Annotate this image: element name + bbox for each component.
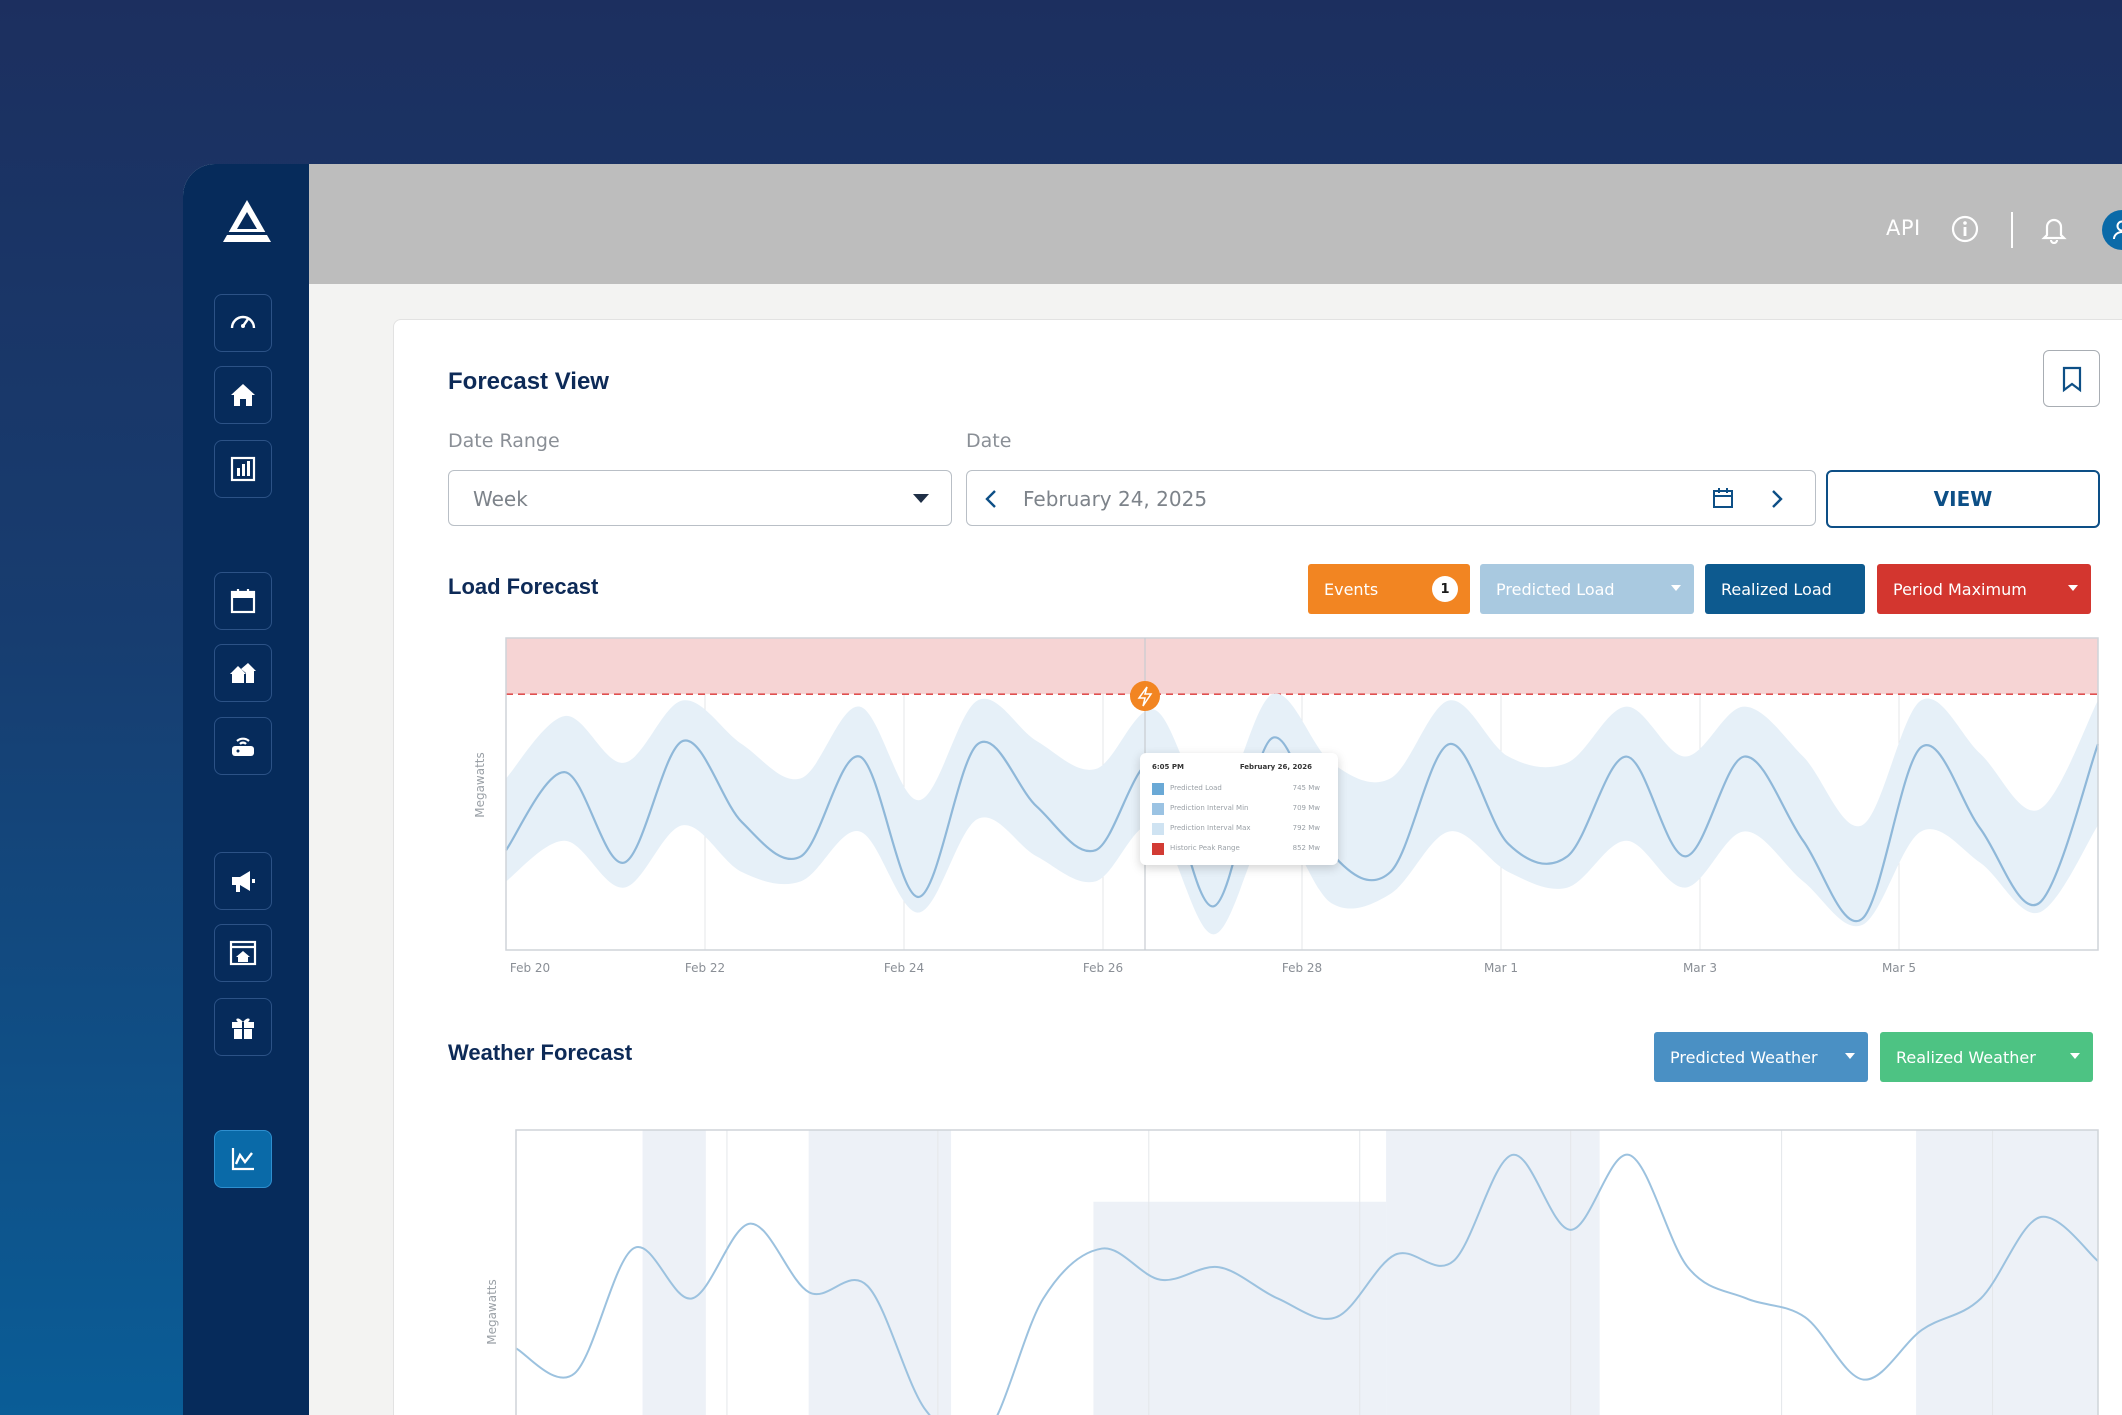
nav-calendar-button[interactable] [214,572,272,630]
weather-ylabel: Megawatts [485,1279,499,1345]
tooltip-row-value: 852 Mw [1292,844,1320,852]
nav-portal-button[interactable] [214,924,272,982]
topbar-divider [2011,212,2013,248]
avatar[interactable] [2102,210,2122,250]
tooltip-swatch [1152,823,1164,835]
nav-rewards-button[interactable] [214,998,272,1056]
tooltip-swatch [1152,803,1164,815]
events-legend-button[interactable]: Events 1 [1308,564,1470,614]
calendar-icon[interactable] [1711,486,1735,510]
mountain-logo-icon [223,200,271,242]
chevron-down-icon [1671,585,1681,591]
x-tick-label: Mar 1 [1484,961,1518,975]
nav-dashboard-button[interactable] [214,294,272,352]
tooltip-row-label: Prediction Interval Min [1170,804,1249,812]
date-value: February 24, 2025 [1023,487,1208,511]
chevron-down-icon [2068,585,2078,591]
bookmark-button[interactable] [2043,350,2100,407]
nav-reports-button[interactable] [214,440,272,498]
date-picker[interactable]: February 24, 2025 [966,470,1816,526]
tooltip-time: 6:05 PM [1152,763,1184,771]
user-icon [2113,220,2122,240]
view-button[interactable]: VIEW [1826,470,2100,528]
x-tick-label: Feb 20 [510,961,550,975]
router-icon [232,737,254,756]
weather-forecast-title: Weather Forecast [448,1040,633,1065]
shaded-period [1386,1130,1600,1415]
shaded-period [642,1130,706,1415]
forecast-card: Forecast View Date Range Week Date Febru… [393,319,2122,1415]
realized-weather-label: Realized Weather [1896,1047,2036,1067]
x-tick-label: Feb 28 [1282,961,1322,975]
date-label: Date [966,430,1012,452]
chevron-down-icon [2070,1053,2080,1059]
home-icon [231,384,255,406]
page-title: Forecast View [448,368,609,395]
period-maximum-legend-button[interactable]: Period Maximum [1877,564,2091,614]
tooltip-row-value: 792 Mw [1292,824,1320,832]
calendar-icon [230,589,256,614]
period-maximum-label: Period Maximum [1893,579,2027,599]
shaded-period [1916,1130,2098,1415]
app-window: API Forecast View Date Range Week Date F… [183,164,2122,1415]
bell-icon[interactable] [2039,214,2069,244]
load-tooltip: 6:05 PM February 26, 2026 Predicted Load… [1140,753,1338,865]
x-tick-label: Feb 22 [685,961,725,975]
info-icon[interactable] [1950,214,1980,244]
nav-home-button[interactable] [214,366,272,424]
tooltip-swatch [1152,783,1164,795]
tooltip-row-value: 745 Mw [1292,784,1320,792]
tooltip-row-label: Predicted Load [1170,784,1222,792]
predicted-weather-legend-button[interactable]: Predicted Weather [1654,1032,1868,1082]
shaded-period [808,1130,952,1415]
historic-peak-band [506,638,2098,695]
weather-forecast-chart: Megawatts [485,1129,2099,1415]
realized-weather-legend-button[interactable]: Realized Weather [1880,1032,2093,1082]
x-tick-label: Feb 24 [884,961,924,975]
x-tick-label: Mar 3 [1683,961,1717,975]
predicted-load-legend-button[interactable]: Predicted Load [1480,564,1694,614]
megaphone-icon [232,871,255,892]
nav-forecast-button[interactable] [214,1130,272,1188]
events-label: Events [1324,579,1379,599]
load-ylabel: Megawatts [473,752,487,818]
top-bar: API [309,164,2122,284]
event-marker[interactable] [1130,681,1160,711]
nav-homes-button[interactable] [214,644,272,702]
tooltip-row-label: Historic Peak Range [1170,844,1240,852]
api-link[interactable]: API [1886,216,1921,240]
realized-load-label: Realized Load [1721,579,1832,599]
predicted-weather-label: Predicted Weather [1670,1047,1818,1067]
sidebar [183,164,309,1415]
tooltip-row-value: 709 Mw [1292,804,1320,812]
chevron-down-icon [1845,1053,1855,1059]
predicted-load-label: Predicted Load [1496,579,1615,599]
x-tick-label: Mar 5 [1882,961,1916,975]
nav-campaigns-button[interactable] [214,852,272,910]
nav-devices-button[interactable] [214,717,272,775]
date-range-select[interactable]: Week [448,470,952,526]
chevron-down-icon [913,494,929,503]
tooltip-row-label: Prediction Interval Max [1170,824,1251,832]
events-count-badge: 1 [1432,576,1458,602]
chevron-right-icon[interactable] [1767,489,1785,509]
line-chart-icon [231,1148,254,1171]
tooltip-date: February 26, 2026 [1239,763,1312,771]
gift-icon [232,1018,254,1039]
x-tick-label: Feb 26 [1083,961,1123,975]
speedometer-icon [230,315,256,329]
web-home-icon [229,940,257,966]
date-range-label: Date Range [448,430,560,452]
date-range-value: Week [473,487,528,511]
bar-chart-icon [230,456,256,482]
chevron-left-icon[interactable] [983,489,1001,509]
tooltip-swatch [1152,843,1164,855]
realized-load-legend-button[interactable]: Realized Load [1705,564,1865,614]
houses-icon [230,663,256,683]
bookmark-icon [2062,366,2081,392]
shaded-period [1093,1201,1387,1415]
load-forecast-title: Load Forecast [448,574,599,599]
